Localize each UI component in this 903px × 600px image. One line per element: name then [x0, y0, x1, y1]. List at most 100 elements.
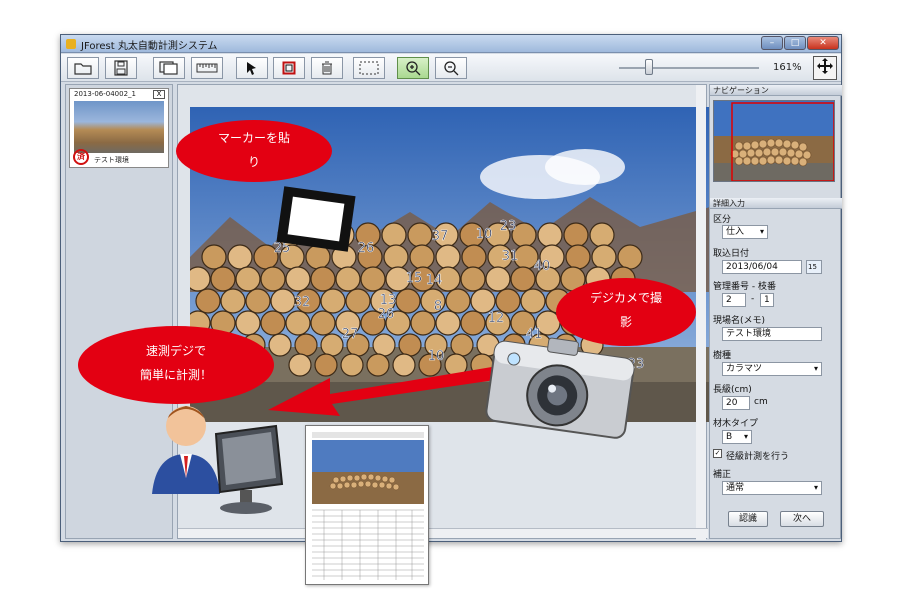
date-field[interactable]: 2013/06/04	[722, 260, 802, 274]
correction-select[interactable]: 通常	[722, 481, 822, 495]
processed-stamp: 済	[73, 149, 89, 165]
next-button[interactable]: 次へ	[780, 511, 824, 527]
log-end	[260, 310, 286, 336]
length-label: 長級(cm)	[713, 385, 752, 395]
category-label: 区分	[713, 215, 732, 225]
recognize-button[interactable]: 認識	[728, 511, 768, 527]
log-end	[381, 222, 407, 248]
thumbnail-label: テスト環境	[94, 156, 129, 164]
log-number-label[interactable]: 13	[379, 293, 397, 309]
category-select[interactable]: 仕入	[722, 225, 768, 239]
thumbnail-close-button[interactable]: X	[153, 90, 165, 99]
marker-callout-line1: マーカーを貼	[217, 131, 290, 145]
log-end	[310, 310, 336, 336]
log-end	[270, 288, 296, 314]
log-end	[190, 266, 211, 292]
monitor-icon	[214, 424, 284, 514]
log-end	[383, 244, 409, 270]
log-number-label[interactable]: 10	[475, 227, 493, 243]
navigation-preview[interactable]	[713, 100, 835, 182]
save-icon	[114, 60, 128, 76]
minimize-button[interactable]: –	[761, 36, 783, 50]
close-button[interactable]: ✕	[807, 36, 839, 50]
timber-type-select[interactable]: B	[722, 430, 752, 444]
log-end	[565, 244, 591, 270]
select-area-button[interactable]	[353, 57, 385, 79]
log-end	[210, 266, 236, 292]
log-end	[360, 266, 386, 292]
vertical-scrollbar[interactable]	[696, 85, 706, 540]
open-folder-button[interactable]	[67, 57, 99, 79]
length-field[interactable]: 20	[722, 396, 750, 410]
log-end	[320, 288, 346, 314]
ruler-icon	[196, 63, 218, 73]
management-number-field[interactable]: 2	[722, 293, 746, 307]
log-end	[285, 310, 311, 336]
date-label: 取込日付	[713, 249, 750, 259]
dashed-rect-icon	[359, 61, 379, 75]
log-number-label[interactable]: 27	[341, 327, 359, 343]
log-end	[435, 244, 461, 270]
zoom-slider-track[interactable]	[619, 67, 759, 69]
calendar-icon[interactable]: 15	[806, 260, 822, 274]
log-end	[220, 288, 246, 314]
zoom-slider-handle[interactable]	[645, 59, 653, 75]
log-end	[617, 244, 643, 270]
measure-callout: 速測デジで 簡単に計測！	[78, 326, 274, 404]
report-document	[305, 425, 429, 585]
log-number-label[interactable]: 23	[499, 219, 517, 235]
log-number-label[interactable]: 15	[405, 271, 423, 287]
copy-button[interactable]	[153, 57, 185, 79]
log-end	[310, 266, 336, 292]
diameter-checkbox[interactable]: ✓	[713, 449, 722, 458]
marker-card-icon	[276, 186, 356, 252]
log-end	[235, 310, 261, 336]
branch-number-field[interactable]: 1	[760, 293, 774, 307]
log-number-label[interactable]: 26	[357, 241, 375, 257]
log-end	[407, 222, 433, 248]
log-end	[435, 310, 461, 336]
marker-square-icon	[282, 61, 296, 75]
trash-icon	[322, 61, 332, 75]
log-end	[395, 288, 421, 314]
log-end	[410, 310, 436, 336]
log-end	[563, 222, 589, 248]
fit-view-button[interactable]	[813, 56, 837, 80]
maximize-button[interactable]: □	[784, 36, 806, 50]
log-end	[495, 288, 521, 314]
marker-tool-button[interactable]	[273, 57, 305, 79]
log-end	[335, 266, 361, 292]
folder-icon	[74, 63, 92, 75]
delete-button[interactable]	[311, 57, 343, 79]
zoom-out-button[interactable]	[435, 57, 467, 79]
select-pointer-button[interactable]	[236, 57, 268, 79]
title-bar: JForest 丸太自動計測システム – □ ✕	[61, 35, 841, 53]
horizontal-scrollbar[interactable]	[178, 528, 708, 538]
timber-type-label: 材木タイプ	[713, 419, 759, 429]
log-number-label[interactable]: 26	[377, 307, 395, 323]
species-select[interactable]: カラマツ	[722, 362, 822, 376]
move-arrows-icon	[817, 58, 833, 74]
camera-callout-line1: デジカメで撮	[589, 291, 662, 305]
log-end	[260, 266, 286, 292]
log-end	[591, 244, 617, 270]
log-number-label[interactable]: 37	[431, 229, 449, 245]
log-number-label[interactable]: 12	[487, 311, 505, 327]
measure-callout-line1: 速測デジで	[145, 344, 206, 358]
log-number-label[interactable]: 8	[434, 299, 443, 315]
image-thumbnail[interactable]: 2013-06-04002_1 X 済 テスト環境	[69, 88, 169, 168]
app-icon	[66, 39, 76, 49]
save-button[interactable]	[105, 57, 137, 79]
zoom-in-button[interactable]	[397, 57, 429, 79]
site-name-field[interactable]: テスト環境	[722, 327, 822, 341]
log-number-label[interactable]: 32	[293, 295, 311, 311]
log-number-label[interactable]: 14	[425, 273, 443, 289]
log-end	[461, 244, 487, 270]
log-number-label[interactable]: 40	[533, 259, 551, 275]
log-end	[245, 288, 271, 314]
ruler-button[interactable]	[191, 57, 223, 79]
camera-icon	[485, 337, 635, 439]
management-number-separator: -	[751, 294, 755, 304]
log-end	[345, 288, 371, 314]
log-number-label[interactable]: 31	[501, 249, 519, 265]
